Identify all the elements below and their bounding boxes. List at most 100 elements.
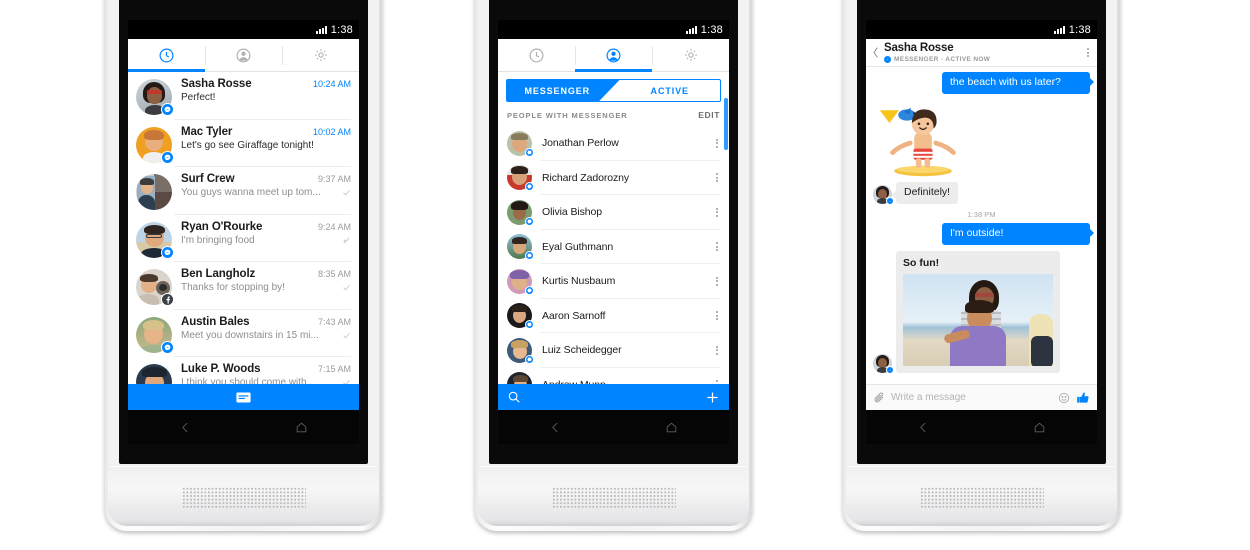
thread-list: Sasha Rosse 10:24 AM Perfect! Mac Tyler … xyxy=(128,72,359,405)
tab-recent[interactable] xyxy=(128,39,205,72)
table-row[interactable]: Surf Crew 9:37 AM You guys wanna meet up… xyxy=(128,167,359,215)
paperclip-icon[interactable] xyxy=(873,392,885,404)
person-name: Luiz Scheidegger xyxy=(542,344,622,357)
status-bar: 1:38 xyxy=(498,20,729,39)
sticker-message[interactable] xyxy=(875,98,963,180)
check-icon xyxy=(343,284,350,291)
table-row[interactable]: Sasha Rosse 10:24 AM Perfect! xyxy=(128,72,359,120)
nav-back-button[interactable] xyxy=(128,421,244,434)
table-row[interactable]: Ben Langholz 8:35 AM Thanks for stopping… xyxy=(128,262,359,310)
nav-home-button[interactable] xyxy=(614,421,730,434)
list-item[interactable]: Aaron Sarnoff xyxy=(498,299,729,334)
person-name: Kurtis Nusbaum xyxy=(542,275,616,288)
thread-time: 8:35 AM xyxy=(317,269,351,279)
new-message-button[interactable] xyxy=(128,384,359,410)
overflow-menu-icon[interactable] xyxy=(716,345,720,355)
photo-caption: So fun! xyxy=(903,257,940,269)
reply-icon xyxy=(343,237,349,244)
messenger-badge-icon xyxy=(886,366,894,374)
thread-name: Sasha Rosse xyxy=(181,78,252,90)
thread-preview: You guys wanna meet up tom... xyxy=(181,187,321,198)
avatar xyxy=(136,316,174,354)
tab-people[interactable] xyxy=(575,39,652,72)
list-item[interactable]: Olivia Bishop xyxy=(498,195,729,230)
message-input[interactable]: Write a message xyxy=(891,392,1052,403)
thread-preview: Meet you downstairs in 15 mi... xyxy=(181,329,319,341)
list-item[interactable]: Eyal Guthmann xyxy=(498,230,729,265)
messenger-badge-icon xyxy=(161,150,174,164)
overflow-menu-icon[interactable] xyxy=(716,207,720,217)
nav-home-button[interactable] xyxy=(244,421,360,434)
tab-settings[interactable] xyxy=(652,39,729,71)
messenger-badge-icon xyxy=(525,285,534,295)
people-bottom-bar xyxy=(498,384,729,410)
avatar xyxy=(507,268,534,295)
signal-bars-icon xyxy=(685,25,697,34)
clock-icon xyxy=(159,48,174,62)
overflow-menu-icon[interactable] xyxy=(1087,48,1091,57)
incoming-message-row: Definitely! xyxy=(873,182,1090,205)
chevron-left-icon[interactable] xyxy=(870,47,881,58)
beach-piggyback-photo[interactable] xyxy=(903,274,1053,366)
message-composer: Write a message xyxy=(866,384,1097,410)
person-name: Aaron Sarnoff xyxy=(542,309,606,322)
table-row[interactable]: Ryan O'Rourke 9:24 AM I'm bringing food xyxy=(128,215,359,263)
incoming-photo-row: So fun! xyxy=(873,251,1090,374)
edit-button[interactable]: EDIT xyxy=(698,110,720,120)
nav-home-button[interactable] xyxy=(982,421,1098,434)
avatar xyxy=(136,221,174,259)
list-item[interactable]: Jonathan Perlow xyxy=(498,126,729,161)
message-bubble-incoming[interactable]: Definitely! xyxy=(891,182,959,204)
thread-preview: Perfect! xyxy=(181,92,216,103)
tab-people[interactable] xyxy=(205,39,282,71)
gear-icon xyxy=(684,49,697,61)
thread-preview: I'm bringing food xyxy=(181,234,255,246)
person-name: Olivia Bishop xyxy=(542,206,602,219)
search-icon[interactable] xyxy=(507,390,521,404)
messenger-badge-icon xyxy=(161,245,174,259)
overflow-menu-icon[interactable] xyxy=(716,311,720,321)
overflow-menu-icon[interactable] xyxy=(716,276,720,286)
phone3-app: Sasha Rosse MESSENGER · ACTIVE NOW the b… xyxy=(866,39,1097,410)
thumbs-up-icon[interactable] xyxy=(1076,391,1090,405)
table-row[interactable]: Austin Bales 7:43 AM Meet you downstairs… xyxy=(128,310,359,358)
avatar xyxy=(136,79,174,116)
nav-back-button[interactable] xyxy=(498,421,614,434)
thread-name: Luke P. Woods xyxy=(181,363,261,375)
message-bubble-outgoing[interactable]: the beach with us later? xyxy=(942,72,1094,94)
speaker-grille xyxy=(181,487,306,509)
avatar xyxy=(873,354,894,374)
android-nav-bar xyxy=(498,410,729,444)
tab-recent[interactable] xyxy=(498,39,575,71)
clock-icon xyxy=(529,48,544,62)
thread-time: 10:02 AM xyxy=(312,126,351,137)
list-item[interactable]: Kurtis Nusbaum xyxy=(498,264,729,299)
tab-settings[interactable] xyxy=(282,39,359,71)
gear-icon xyxy=(314,49,327,61)
overflow-menu-icon[interactable] xyxy=(716,138,720,148)
speaker-grille xyxy=(919,487,1044,509)
list-item[interactable]: Richard Zadorozny xyxy=(498,161,729,196)
plus-icon[interactable] xyxy=(705,390,720,405)
nav-back-button[interactable] xyxy=(866,421,982,434)
thread-time: 7:15 AM xyxy=(317,364,351,374)
message-bubble-outgoing[interactable]: I'm outside! xyxy=(942,223,1094,245)
smiley-icon[interactable] xyxy=(1058,392,1070,404)
check-icon xyxy=(343,189,350,196)
messenger-badge-icon xyxy=(525,354,534,364)
table-row[interactable]: Mac Tyler 10:02 AM Let's go see Giraffag… xyxy=(128,120,359,168)
overflow-menu-icon[interactable] xyxy=(716,173,720,183)
photo-message[interactable]: So fun! xyxy=(896,251,1060,373)
signal-bars-icon xyxy=(1053,25,1065,34)
phone3-screen: 1:38 Sasha Rosse MESSENGER · ACTIVE NOW xyxy=(866,20,1097,444)
phone2-screen: 1:38 MESSENGER ACTIVE PEOPLE WITH MESSEN… xyxy=(498,20,729,444)
home-icon xyxy=(296,422,307,432)
messenger-badge-icon xyxy=(525,182,534,192)
segment-active[interactable]: ACTIVE xyxy=(620,80,721,101)
list-item[interactable]: Luiz Scheidegger xyxy=(498,333,729,368)
messenger-badge-icon xyxy=(161,103,174,116)
segment-messenger[interactable]: MESSENGER xyxy=(507,80,620,101)
overflow-menu-icon[interactable] xyxy=(716,242,720,252)
phone-device-3: 1:38 Sasha Rosse MESSENGER · ACTIVE NOW xyxy=(843,0,1120,550)
signal-bars-icon xyxy=(315,25,327,34)
